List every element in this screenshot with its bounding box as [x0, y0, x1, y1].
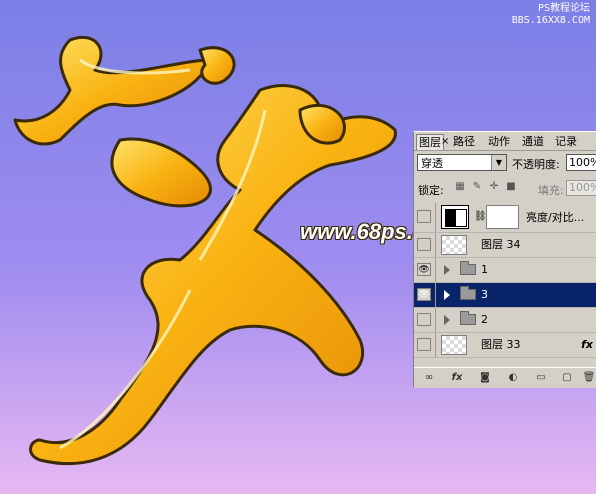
link-layers-icon[interactable]: ∞: [422, 371, 436, 384]
fill-label: 填充:: [538, 184, 564, 197]
tab-paths[interactable]: 路径: [451, 134, 477, 149]
add-mask-icon[interactable]: ◙: [478, 371, 492, 384]
expand-arrow-icon[interactable]: [444, 315, 450, 325]
visibility-toggle[interactable]: [417, 210, 431, 223]
new-group-icon[interactable]: ▭: [534, 371, 548, 384]
fx-icon[interactable]: fx: [581, 333, 593, 357]
eye-icon[interactable]: 👁: [417, 263, 431, 276]
visibility-toggle[interactable]: [417, 313, 431, 326]
folder-icon: [460, 311, 476, 325]
group-name: 2: [481, 313, 488, 326]
visibility-toggle[interactable]: [417, 238, 431, 251]
lock-paint-icon[interactable]: ✎: [471, 181, 483, 193]
opacity-label: 不透明度:: [512, 158, 560, 171]
expand-arrow-icon[interactable]: [444, 290, 450, 300]
layer-mask-thumbnail: [486, 205, 519, 229]
layer-name: 图层 33: [481, 338, 521, 351]
layers-list: ⛓ 亮度/对比... 图层 34 👁 1 👁 3 2 图层 33 fx: [414, 203, 596, 358]
visibility-toggle[interactable]: [417, 338, 431, 351]
dropdown-arrow-icon[interactable]: ▼: [491, 155, 506, 170]
group-row-selected[interactable]: 👁 3: [414, 283, 596, 308]
layers-panel: 图层 × 路径 动作 通道 记录 穿透 ▼ 不透明度: 100% 锁定: ▦ ✎…: [413, 131, 596, 388]
eye-icon[interactable]: 👁: [417, 288, 431, 301]
lock-label: 锁定:: [418, 184, 444, 197]
opacity-input[interactable]: 100%: [566, 154, 596, 171]
link-icon[interactable]: ⛓: [474, 211, 487, 222]
layer-row[interactable]: 图层 33 fx: [414, 333, 596, 358]
panel-tabs: 图层 × 路径 动作 通道 记录: [414, 132, 596, 151]
group-row[interactable]: 2: [414, 308, 596, 333]
watermark-line1: PS教程论坛: [537, 3, 590, 14]
layer-thumbnail: [441, 335, 467, 355]
delete-layer-icon[interactable]: 🗑: [582, 371, 596, 384]
tab-layers[interactable]: 图层: [416, 134, 444, 150]
layer-name: 图层 34: [481, 238, 521, 251]
group-row[interactable]: 👁 1: [414, 258, 596, 283]
fill-input[interactable]: 100%: [566, 180, 596, 196]
add-style-icon[interactable]: fx: [450, 371, 464, 384]
adjustment-thumbnail: [441, 205, 469, 229]
group-name: 1: [481, 263, 488, 276]
layer-row-adjustment[interactable]: ⛓ 亮度/对比...: [414, 203, 596, 233]
expand-arrow-icon[interactable]: [444, 265, 450, 275]
watermark-top-right: PS教程论坛 BBS.16XX8.COM: [512, 3, 590, 27]
layer-name: 亮度/对比...: [526, 211, 585, 224]
lock-transparency-icon[interactable]: ▦: [454, 181, 466, 193]
layer-row[interactable]: 图层 34: [414, 233, 596, 258]
adjustment-layer-icon[interactable]: ◐: [506, 371, 520, 384]
lock-move-icon[interactable]: ✛: [488, 181, 500, 193]
tab-channels[interactable]: 通道: [520, 134, 546, 149]
tab-actions[interactable]: 动作: [486, 134, 512, 149]
lock-options: ▦ ✎ ✛ ■: [454, 181, 517, 193]
tab-history[interactable]: 记录: [553, 134, 579, 149]
tab-close-icon[interactable]: ×: [441, 134, 449, 149]
blend-mode-value: 穿透: [421, 157, 443, 170]
layer-thumbnail: [441, 235, 467, 255]
folder-icon: [460, 261, 476, 275]
folder-icon: [460, 286, 476, 300]
group-name: 3: [481, 288, 488, 301]
lock-all-icon[interactable]: ■: [505, 181, 517, 193]
watermark-line2: BBS.16XX8.COM: [511, 15, 590, 26]
blend-mode-select[interactable]: 穿透 ▼: [417, 154, 507, 171]
new-layer-icon[interactable]: ▢: [560, 371, 574, 384]
panel-bottom-toolbar: ∞ fx ◙ ◐ ▭ ▢ 🗑: [414, 367, 596, 388]
